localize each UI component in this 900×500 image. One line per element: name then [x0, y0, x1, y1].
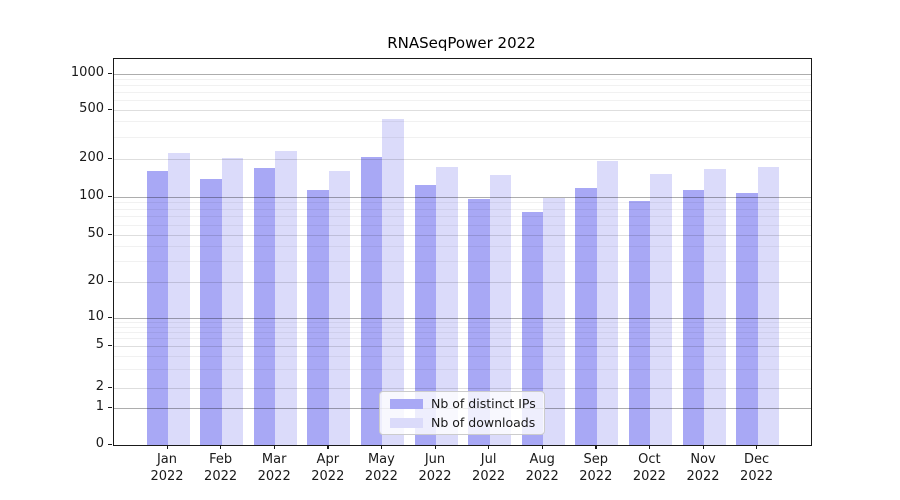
gridline-minor — [114, 338, 811, 340]
x-tick-mark — [273, 445, 275, 449]
gridline-minor — [114, 121, 811, 123]
gridline-minor — [114, 331, 811, 333]
x-tick-mark — [648, 445, 651, 449]
x-tick-label: Jul 2022 — [472, 452, 506, 484]
y-tick-label: 5 — [95, 337, 104, 352]
x-tick-mark — [488, 445, 490, 449]
legend-entry: Nb of downloads — [380, 415, 544, 430]
legend: Nb of distinct IPs Nb of downloads — [379, 391, 545, 435]
x-tick-label: Dec 2022 — [740, 452, 774, 484]
gridline-minor — [114, 245, 811, 247]
bar-downloads — [596, 160, 619, 445]
x-tick-label: Feb 2022 — [204, 452, 238, 484]
x-tick-label: Jun 2022 — [418, 452, 452, 484]
x-tick-mark — [434, 445, 436, 449]
bar-distinct-ips — [146, 171, 168, 445]
x-tick-label: Oct 2022 — [632, 452, 666, 484]
gridline-minor — [114, 368, 811, 370]
gridline-minor — [114, 136, 811, 138]
legend-entry: Nb of distinct IPs — [380, 396, 544, 411]
legend-label-distinct-ips: Nb of distinct IPs — [431, 396, 536, 411]
bar-downloads — [328, 171, 351, 445]
y-tick-mark — [108, 406, 112, 408]
gridline-minor — [114, 78, 811, 80]
y-tick-label: 20 — [87, 273, 104, 288]
x-tick-label: Sep 2022 — [579, 452, 613, 484]
gridline-medium — [114, 234, 811, 236]
gridline-major — [114, 73, 811, 75]
y-tick-mark — [108, 443, 112, 445]
y-tick-label: 1 — [95, 399, 104, 414]
y-tick-mark — [108, 108, 112, 110]
x-tick-label: Aug 2022 — [525, 452, 559, 484]
y-tick-label: 50 — [87, 226, 104, 241]
gridline-minor — [114, 326, 811, 328]
y-tick-mark — [108, 344, 112, 346]
x-tick-label: May 2022 — [364, 452, 398, 484]
y-tick-mark — [108, 72, 112, 74]
x-tick-label: Nov 2022 — [686, 452, 720, 484]
x-tick-mark — [166, 445, 168, 449]
chart-canvas: RNASeqPower 2022 Nb of distinct IPs Nb of… — [0, 0, 900, 500]
y-tick-label: 2 — [95, 379, 104, 394]
gridline-medium — [114, 281, 811, 283]
x-tick-mark — [702, 445, 704, 449]
x-tick-mark — [541, 445, 543, 449]
gridline-minor — [114, 208, 811, 210]
gridline-medium — [114, 158, 811, 160]
y-tick-mark — [108, 386, 112, 388]
gridline-medium — [114, 109, 811, 111]
x-tick-mark — [220, 445, 222, 449]
x-tick-mark — [756, 445, 758, 449]
gridline-minor — [114, 321, 811, 323]
x-tick-mark — [380, 445, 383, 449]
gridline-medium — [114, 387, 811, 389]
legend-swatch-downloads — [390, 417, 423, 428]
bar-downloads — [275, 151, 297, 445]
gridline-minor — [114, 92, 811, 94]
gridline-minor — [114, 100, 811, 102]
y-tick-mark — [108, 157, 112, 159]
gridline-minor — [114, 224, 811, 226]
gridline-minor — [114, 260, 811, 262]
y-tick-mark — [108, 316, 112, 318]
bar-downloads — [221, 157, 244, 445]
y-tick-label: 500 — [79, 101, 104, 116]
x-tick-mark — [595, 445, 597, 449]
plot-area: Nb of distinct IPs Nb of downloads — [113, 58, 812, 446]
y-tick-mark — [108, 233, 112, 235]
x-tick-label: Apr 2022 — [311, 452, 345, 484]
y-tick-label: 200 — [79, 150, 104, 165]
bar-distinct-ips — [575, 187, 597, 445]
gridline-major — [114, 317, 811, 319]
x-tick-mark — [327, 445, 329, 449]
y-tick-label: 100 — [79, 188, 104, 203]
y-tick-label: 1000 — [70, 65, 104, 80]
legend-swatch-distinct-ips — [390, 398, 423, 409]
chart-title: RNASeqPower 2022 — [387, 34, 536, 52]
bar-distinct-ips — [200, 178, 222, 445]
gridline-minor — [114, 202, 811, 204]
gridline-medium — [114, 345, 811, 347]
y-tick-mark — [108, 195, 112, 197]
x-tick-label: Jan 2022 — [150, 452, 184, 484]
gridline-minor — [114, 85, 811, 87]
y-tick-label: 10 — [87, 309, 104, 324]
gridline-minor — [114, 355, 811, 357]
x-tick-label: Mar 2022 — [257, 452, 291, 484]
gridline-major — [114, 196, 811, 198]
y-tick-label: 0 — [95, 436, 104, 451]
y-tick-mark — [108, 280, 112, 282]
legend-label-downloads: Nb of downloads — [431, 415, 536, 430]
gridline-minor — [114, 216, 811, 218]
bar-downloads — [650, 174, 672, 445]
bar-downloads — [704, 169, 726, 445]
